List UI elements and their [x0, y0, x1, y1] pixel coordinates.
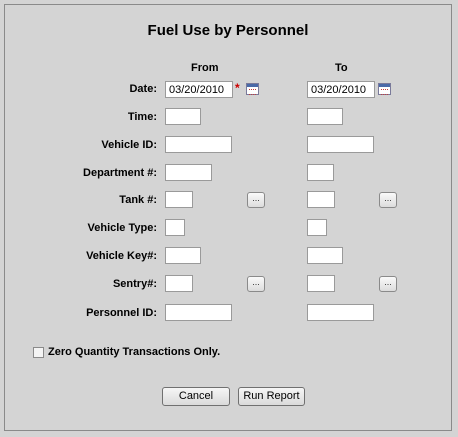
sentry-to-lookup-button[interactable]: ...	[379, 276, 397, 292]
personnel-id-to-input[interactable]	[307, 304, 374, 321]
vehicle-id-from-input[interactable]	[165, 136, 232, 153]
department-from-input[interactable]	[165, 164, 212, 181]
calendar-icon[interactable]	[246, 83, 259, 95]
tank-from-input[interactable]	[165, 191, 193, 208]
tank-to-input[interactable]	[307, 191, 335, 208]
cancel-button[interactable]: Cancel	[162, 387, 230, 406]
zero-quantity-label: Zero Quantity Transactions Only.	[48, 346, 221, 358]
tank-to-lookup-button[interactable]: ...	[379, 192, 397, 208]
vehicle-type-from-input[interactable]	[165, 219, 185, 236]
from-column-header: From	[191, 62, 219, 74]
department-to-input[interactable]	[307, 164, 334, 181]
date-to-input[interactable]	[307, 81, 375, 98]
sentry-label: Sentry#:	[112, 278, 157, 290]
vehicle-key-to-input[interactable]	[307, 247, 343, 264]
report-panel: Fuel Use by Personnel From To Date: * Ti…	[4, 4, 452, 431]
sentry-to-input[interactable]	[307, 275, 335, 292]
time-to-input[interactable]	[307, 108, 343, 125]
tank-label: Tank #:	[119, 194, 157, 206]
time-label: Time:	[127, 111, 157, 123]
run-report-button[interactable]: Run Report	[238, 387, 305, 406]
time-from-input[interactable]	[165, 108, 201, 125]
department-label: Department #:	[83, 167, 157, 179]
to-column-header: To	[335, 62, 348, 74]
zero-quantity-checkbox[interactable]	[33, 347, 44, 358]
vehicle-type-to-input[interactable]	[307, 219, 327, 236]
vehicle-id-to-input[interactable]	[307, 136, 374, 153]
vehicle-type-label: Vehicle Type:	[87, 222, 158, 234]
required-marker: *	[235, 81, 240, 95]
vehicle-key-label: Vehicle Key#:	[86, 250, 157, 262]
personnel-id-label: Personnel ID:	[86, 307, 157, 319]
vehicle-key-from-input[interactable]	[165, 247, 201, 264]
date-label: Date:	[129, 83, 157, 95]
vehicle-id-label: Vehicle ID:	[101, 139, 157, 151]
sentry-from-lookup-button[interactable]: ...	[247, 276, 265, 292]
sentry-from-input[interactable]	[165, 275, 193, 292]
page-title: Fuel Use by Personnel	[147, 22, 309, 39]
tank-from-lookup-button[interactable]: ...	[247, 192, 265, 208]
personnel-id-from-input[interactable]	[165, 304, 232, 321]
date-from-input[interactable]	[165, 81, 233, 98]
calendar-icon[interactable]	[378, 83, 391, 95]
